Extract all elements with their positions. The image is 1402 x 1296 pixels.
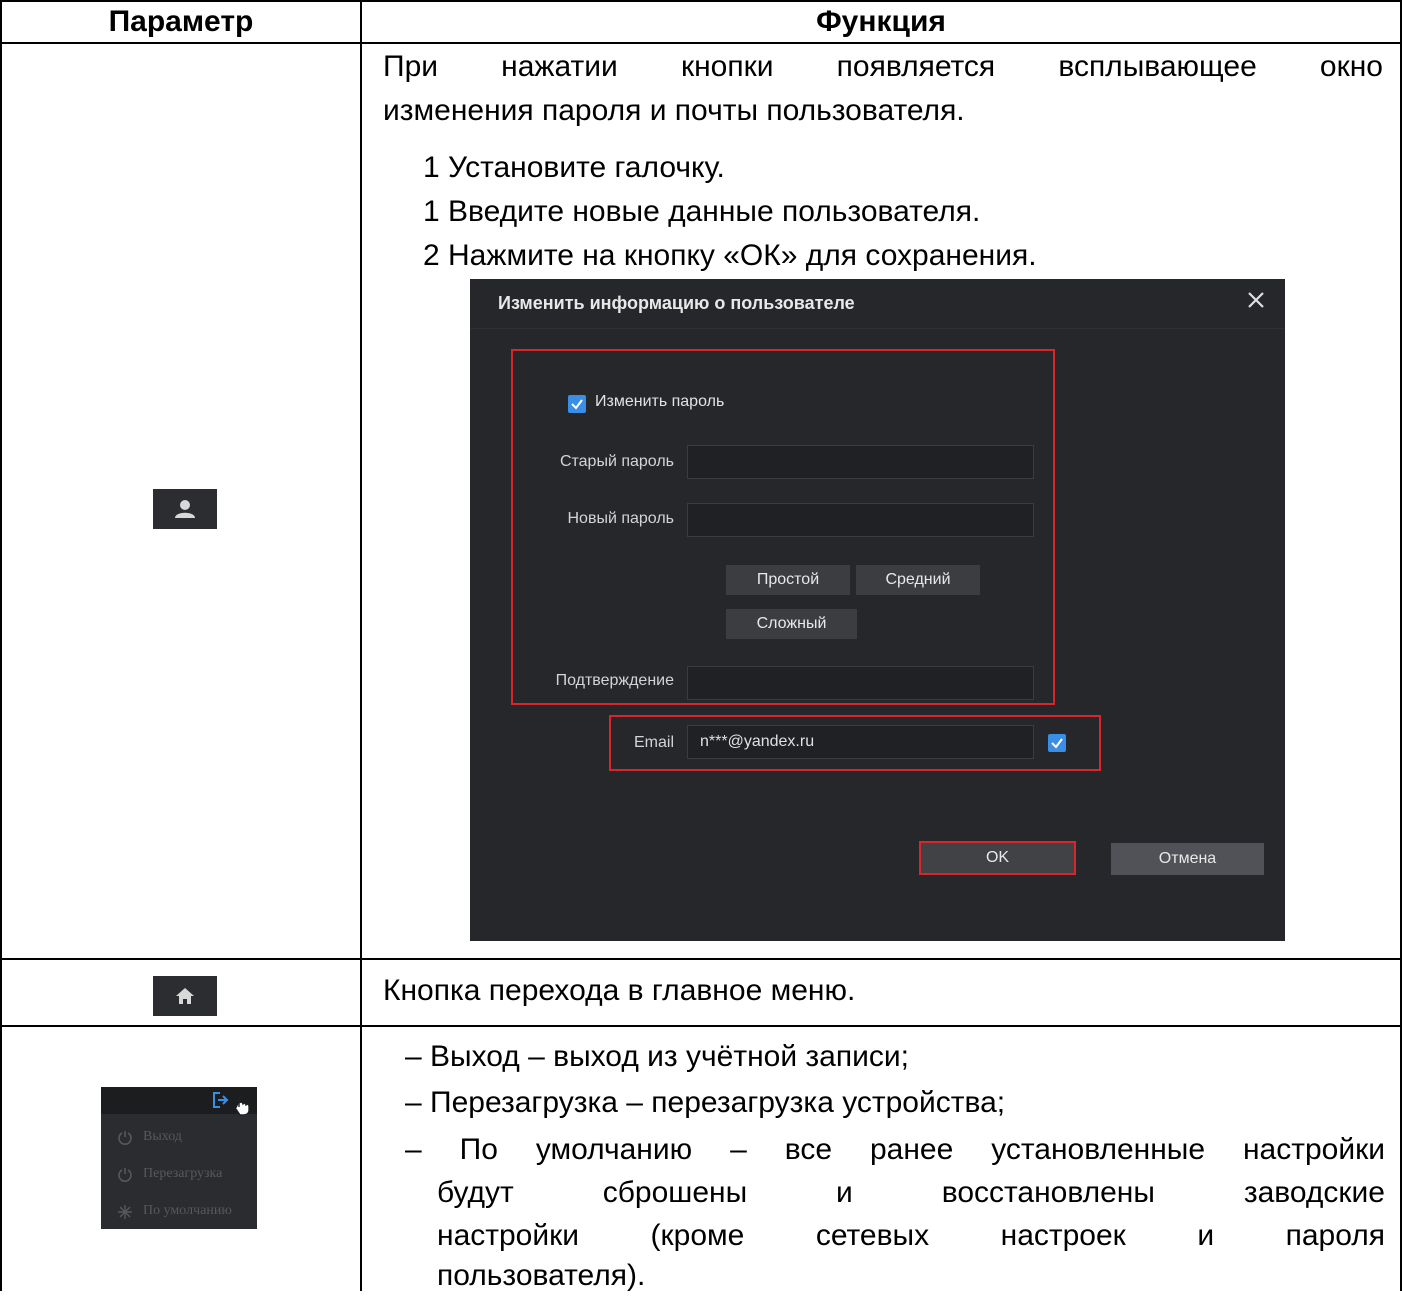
parameter-table: Параметр Функция При нажатии кнопки появ… [0, 0, 1402, 1292]
email-input[interactable]: n***@yandex.ru [687, 725, 1034, 759]
row3-item-2: – Перезагрузка – перезагрузка устройства… [405, 1086, 1006, 1119]
header-param: Параметр [108, 5, 254, 38]
row3-cont-3: пользователя). [437, 1259, 646, 1292]
new-password-input[interactable] [687, 503, 1034, 537]
row3-cont-1: будут сброшены и восстановлены заводские [437, 1176, 1385, 1209]
menu-top-bar [101, 1087, 257, 1116]
confirm-password-input[interactable] [687, 666, 1034, 700]
logout-icon [213, 1092, 229, 1108]
power-icon [118, 1131, 132, 1145]
row3-cont-2: настройки (кроме сетевых настроек и паро… [437, 1219, 1385, 1252]
old-password-input[interactable] [687, 445, 1034, 479]
table-divider-row1 [0, 958, 1402, 960]
hand-cursor-icon [235, 1097, 250, 1116]
row1-intro-line2: изменения пароля и почты пользователя. [383, 94, 965, 127]
table-divider-col [360, 0, 362, 1291]
row1-step-1: 1 Установите галочку. [423, 151, 725, 184]
dialog-title: Изменить информацию о пользователе [498, 293, 855, 313]
header-function: Функция [816, 5, 946, 38]
power-icon [118, 1168, 132, 1182]
table-divider-row2 [0, 1025, 1402, 1027]
email-label: Email [633, 734, 674, 751]
close-icon[interactable] [1245, 289, 1267, 311]
home-icon [153, 976, 217, 1016]
old-password-label: Старый пароль [559, 453, 674, 470]
menu-item-logout: Выход [143, 1129, 182, 1144]
dialog-title-separator [470, 328, 1285, 329]
row1-step-2: 1 Введите новые данные пользователя. [423, 195, 981, 228]
confirm-password-label: Подтверждение [555, 672, 674, 689]
table-divider-header [0, 42, 1402, 44]
row1-intro-line1: При нажатии кнопки появляется всплывающе… [383, 50, 1383, 83]
table-border-left [0, 0, 2, 1291]
strength-medium: Средний [856, 565, 980, 595]
row3-item-1: – Выход – выход из учётной записи; [405, 1040, 909, 1073]
user-icon [153, 489, 217, 529]
menu-item-default: По умолчанию [143, 1203, 232, 1218]
menu-item-reboot: Перезагрузка [143, 1166, 223, 1181]
new-password-label: Новый пароль [567, 510, 674, 527]
cancel-button[interactable]: Отмена [1111, 843, 1264, 875]
edit-user-dialog: Изменить информацию о пользователе Измен… [470, 279, 1285, 941]
reset-icon [118, 1205, 132, 1219]
row3-item-3: – По умолчанию – все ранее установленные… [405, 1133, 1385, 1166]
system-menu-thumbnail: Выход Перезагрузка По умолчанию [101, 1087, 257, 1229]
email-checkbox[interactable] [1048, 734, 1066, 752]
change-password-checkbox[interactable] [568, 395, 586, 413]
ok-button[interactable]: OK [919, 841, 1076, 875]
strength-complex: Сложный [726, 609, 857, 639]
strength-simple: Простой [726, 565, 850, 595]
change-password-label: Изменить пароль [595, 393, 725, 410]
row1-step-3: 2 Нажмите на кнопку «ОК» для сохранения. [423, 239, 1037, 272]
row2-text: Кнопка перехода в главное меню. [383, 974, 856, 1007]
